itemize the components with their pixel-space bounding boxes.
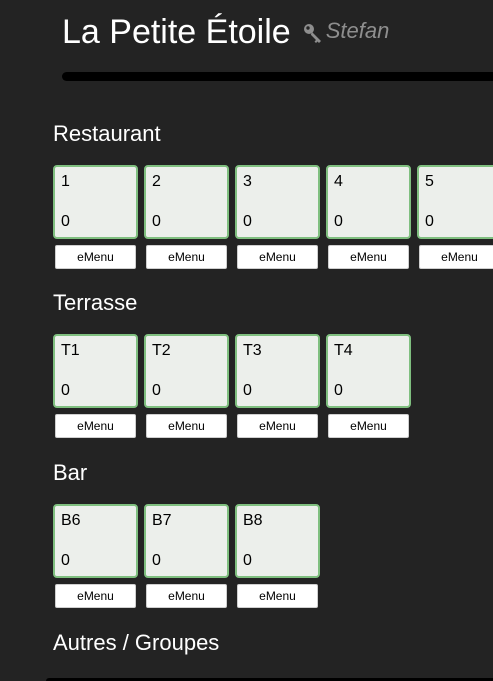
table-slot: B8 0 eMenu bbox=[235, 504, 320, 608]
table-slot: 3 0 eMenu bbox=[235, 165, 320, 269]
table-count: 0 bbox=[243, 382, 252, 399]
table-slot: T2 0 eMenu bbox=[144, 334, 229, 438]
table-slot: B7 0 eMenu bbox=[144, 504, 229, 608]
emenu-button[interactable]: eMenu bbox=[328, 245, 409, 269]
table-name: 4 bbox=[334, 173, 343, 190]
emenu-button[interactable]: eMenu bbox=[55, 414, 136, 438]
table-name: 1 bbox=[61, 173, 70, 190]
table-count: 0 bbox=[425, 213, 434, 230]
table-card-4[interactable]: 4 0 bbox=[326, 165, 411, 239]
emenu-button[interactable]: eMenu bbox=[237, 414, 318, 438]
table-row-terrasse: T1 0 eMenu T2 0 eMenu T3 0 eMenu T4 0 eM… bbox=[53, 334, 411, 438]
table-card-b8[interactable]: B8 0 bbox=[235, 504, 320, 578]
table-card-1[interactable]: 1 0 bbox=[53, 165, 138, 239]
table-slot: 1 0 eMenu bbox=[53, 165, 138, 269]
table-card-5[interactable]: 5 0 bbox=[417, 165, 493, 239]
user-indicator[interactable]: Stefan bbox=[301, 18, 390, 44]
table-count: 0 bbox=[152, 213, 161, 230]
key-icon bbox=[303, 24, 321, 43]
section-title-bar: Bar bbox=[53, 460, 88, 485]
table-name: 3 bbox=[243, 173, 252, 190]
table-card-2[interactable]: 2 0 bbox=[144, 165, 229, 239]
table-slot: B6 0 eMenu bbox=[53, 504, 138, 608]
table-count: 0 bbox=[334, 382, 343, 399]
table-card-t2[interactable]: T2 0 bbox=[144, 334, 229, 408]
table-row-bar: B6 0 eMenu B7 0 eMenu B8 0 eMenu bbox=[53, 504, 320, 608]
section-title-autres-groupes: Autres / Groupes bbox=[53, 630, 220, 655]
header-divider bbox=[62, 72, 493, 81]
emenu-button[interactable]: eMenu bbox=[237, 245, 318, 269]
emenu-button[interactable]: eMenu bbox=[55, 245, 136, 269]
table-count: 0 bbox=[334, 213, 343, 230]
emenu-button[interactable]: eMenu bbox=[146, 245, 227, 269]
table-name: 2 bbox=[152, 173, 161, 190]
section-title-terrasse: Terrasse bbox=[53, 290, 138, 315]
table-slot: T3 0 eMenu bbox=[235, 334, 320, 438]
emenu-button[interactable]: eMenu bbox=[328, 414, 409, 438]
table-count: 0 bbox=[152, 382, 161, 399]
table-card-t3[interactable]: T3 0 bbox=[235, 334, 320, 408]
user-name: Stefan bbox=[325, 18, 390, 43]
section-title-restaurant: Restaurant bbox=[53, 121, 161, 146]
emenu-button[interactable]: eMenu bbox=[55, 584, 136, 608]
table-name: T3 bbox=[243, 342, 262, 359]
table-name: T1 bbox=[61, 342, 80, 359]
table-card-b7[interactable]: B7 0 bbox=[144, 504, 229, 578]
table-name: B7 bbox=[152, 512, 172, 529]
table-card-t4[interactable]: T4 0 bbox=[326, 334, 411, 408]
table-name: T4 bbox=[334, 342, 353, 359]
emenu-button[interactable]: eMenu bbox=[146, 414, 227, 438]
table-name: 5 bbox=[425, 173, 434, 190]
emenu-button[interactable]: eMenu bbox=[419, 245, 493, 269]
restaurant-title: La Petite Étoile bbox=[62, 13, 291, 51]
table-count: 0 bbox=[243, 552, 252, 569]
emenu-button[interactable]: eMenu bbox=[146, 584, 227, 608]
page-header: La Petite Étoile Stefan bbox=[62, 12, 389, 52]
table-name: T2 bbox=[152, 342, 171, 359]
app-page: La Petite Étoile Stefan Restaurant 1 0 e… bbox=[0, 0, 493, 681]
table-slot: T4 0 eMenu bbox=[326, 334, 411, 438]
table-count: 0 bbox=[61, 213, 70, 230]
table-slot: 5 0 eMenu bbox=[417, 165, 493, 269]
table-card-3[interactable]: 3 0 bbox=[235, 165, 320, 239]
table-name: B6 bbox=[61, 512, 81, 529]
table-card-t1[interactable]: T1 0 bbox=[53, 334, 138, 408]
table-count: 0 bbox=[61, 552, 70, 569]
table-slot: 4 0 eMenu bbox=[326, 165, 411, 269]
table-name: B8 bbox=[243, 512, 263, 529]
table-count: 0 bbox=[61, 382, 70, 399]
table-count: 0 bbox=[243, 213, 252, 230]
table-slot: T1 0 eMenu bbox=[53, 334, 138, 438]
emenu-button[interactable]: eMenu bbox=[237, 584, 318, 608]
table-row-restaurant: 1 0 eMenu 2 0 eMenu 3 0 eMenu 4 0 eMenu bbox=[53, 165, 493, 269]
table-slot: 2 0 eMenu bbox=[144, 165, 229, 269]
table-count: 0 bbox=[152, 552, 161, 569]
table-card-b6[interactable]: B6 0 bbox=[53, 504, 138, 578]
